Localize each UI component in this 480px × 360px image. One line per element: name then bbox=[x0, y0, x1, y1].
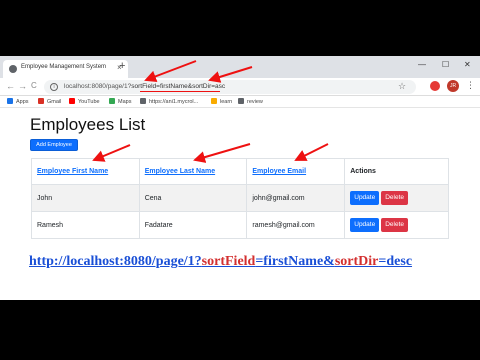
browser-toolbar: ← → C i localhost:8080/page/1?sortField=… bbox=[0, 78, 480, 96]
url-annotation-underline bbox=[140, 91, 220, 92]
table-row: John Cena john@gmail.com Update Delete bbox=[31, 184, 449, 212]
delete-button[interactable]: Delete bbox=[381, 191, 409, 205]
cell-first-name: John bbox=[31, 184, 140, 212]
bookmark-item[interactable]: review bbox=[238, 98, 263, 105]
url-query: sortField=firstName&sortDir=asc bbox=[131, 83, 226, 90]
tab-strip: Employee Management System × + — ☐ ✕ bbox=[0, 56, 480, 78]
forward-button[interactable]: → bbox=[18, 81, 27, 91]
bookmark-item[interactable]: Maps bbox=[109, 98, 131, 105]
youtube-icon bbox=[69, 98, 75, 104]
page-title: Employees List bbox=[30, 115, 146, 134]
minimize-button[interactable]: — bbox=[418, 60, 426, 69]
extension-icon[interactable] bbox=[430, 81, 440, 91]
bookmark-item[interactable]: https://ani1.mycrol... bbox=[140, 98, 198, 105]
url-text: localhost:8080/page/1?sortField=firstNam… bbox=[64, 83, 226, 90]
maps-icon bbox=[109, 98, 115, 104]
bookmark-item[interactable]: Apps bbox=[7, 98, 29, 105]
column-header-actions: Actions bbox=[344, 158, 449, 185]
bookmark-star-icon[interactable]: ☆ bbox=[398, 81, 406, 92]
cell-email: ramesh@gmail.com bbox=[246, 211, 346, 239]
back-button[interactable]: ← bbox=[6, 81, 15, 91]
bookmark-item[interactable]: YouTube bbox=[69, 98, 100, 105]
bookmark-item[interactable]: Gmail bbox=[38, 98, 61, 105]
new-tab-button[interactable]: + bbox=[119, 61, 125, 72]
update-button[interactable]: Update bbox=[350, 218, 380, 232]
globe-icon bbox=[9, 65, 17, 73]
tab-title: Employee Management System bbox=[21, 64, 107, 70]
profile-avatar[interactable]: JR bbox=[447, 80, 459, 92]
page-icon bbox=[238, 98, 244, 104]
gmail-icon bbox=[38, 98, 44, 104]
column-header-email: Employee Email bbox=[246, 158, 346, 185]
column-header-last-name: Employee Last Name bbox=[138, 158, 248, 185]
sort-last-name-link[interactable]: Employee Last Name bbox=[145, 168, 215, 175]
table-row: Ramesh Fadatare ramesh@gmail.com Update D… bbox=[31, 211, 449, 239]
page-icon bbox=[140, 98, 146, 104]
column-header-first-name: Employee First Name bbox=[31, 158, 140, 185]
cell-actions: Update Delete bbox=[344, 211, 449, 239]
sort-first-name-link[interactable]: Employee First Name bbox=[37, 168, 108, 175]
delete-button[interactable]: Delete bbox=[381, 218, 409, 232]
close-window-button[interactable]: ✕ bbox=[464, 60, 471, 69]
address-bar[interactable]: i localhost:8080/page/1?sortField=firstN… bbox=[44, 80, 416, 94]
employees-table: Employee First Name Employee Last Name E… bbox=[31, 158, 449, 239]
cell-email: john@gmail.com bbox=[246, 184, 346, 212]
info-icon[interactable]: i bbox=[50, 83, 58, 91]
cell-last-name: Fadatare bbox=[138, 211, 248, 239]
cell-first-name: Ramesh bbox=[31, 211, 140, 239]
folder-icon bbox=[211, 98, 217, 104]
reload-button[interactable]: C bbox=[31, 81, 37, 91]
url-caption: http://localhost:8080/page/1?sortField=f… bbox=[29, 254, 413, 269]
apps-icon bbox=[7, 98, 13, 104]
menu-icon[interactable]: ⋮ bbox=[466, 80, 475, 91]
screenshot: Employee Management System × + — ☐ ✕ ← →… bbox=[0, 56, 480, 300]
sort-email-link[interactable]: Employee Email bbox=[252, 168, 306, 175]
cell-actions: Update Delete bbox=[344, 184, 449, 212]
cell-last-name: Cena bbox=[138, 184, 248, 212]
bookmark-item[interactable]: learn bbox=[211, 98, 232, 105]
table-header-row: Employee First Name Employee Last Name E… bbox=[31, 158, 449, 185]
bookmarks-bar: Apps Gmail YouTube Maps https://ani1.myc… bbox=[0, 96, 480, 108]
add-employee-button[interactable]: Add Employee bbox=[30, 139, 78, 151]
browser-tab[interactable]: Employee Management System × bbox=[3, 60, 128, 78]
update-button[interactable]: Update bbox=[350, 191, 380, 205]
maximize-button[interactable]: ☐ bbox=[442, 60, 449, 69]
